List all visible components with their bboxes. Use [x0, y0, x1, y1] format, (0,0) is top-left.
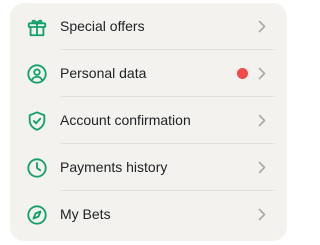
menu-item-my-bets[interactable]: My Bets: [10, 191, 287, 238]
chevron-right-icon: [258, 161, 266, 174]
menu-item-personal-data[interactable]: Personal data: [10, 50, 287, 97]
alert-badge: [237, 68, 248, 79]
chevron-right-icon: [258, 67, 266, 80]
menu-item-label: Personal data: [60, 65, 147, 81]
menu-item-label: Payments history: [60, 159, 168, 175]
clock-icon: [26, 157, 48, 179]
menu-item-label: My Bets: [60, 206, 111, 222]
chevron-right-icon: [258, 114, 266, 127]
menu-item-label: Special offers: [60, 18, 145, 34]
menu-item-special-offers[interactable]: Special offers: [10, 3, 287, 50]
gift-icon: [26, 16, 48, 38]
account-menu: Special offers Personal data Account con…: [10, 3, 287, 241]
compass-icon: [26, 204, 48, 226]
menu-item-account-confirmation[interactable]: Account confirmation: [10, 97, 287, 144]
shield-check-icon: [26, 110, 48, 132]
chevron-right-icon: [258, 20, 266, 33]
menu-item-label: Account confirmation: [60, 112, 191, 128]
user-circle-icon: [26, 63, 48, 85]
chevron-right-icon: [258, 208, 266, 221]
menu-item-payments-history[interactable]: Payments history: [10, 144, 287, 191]
